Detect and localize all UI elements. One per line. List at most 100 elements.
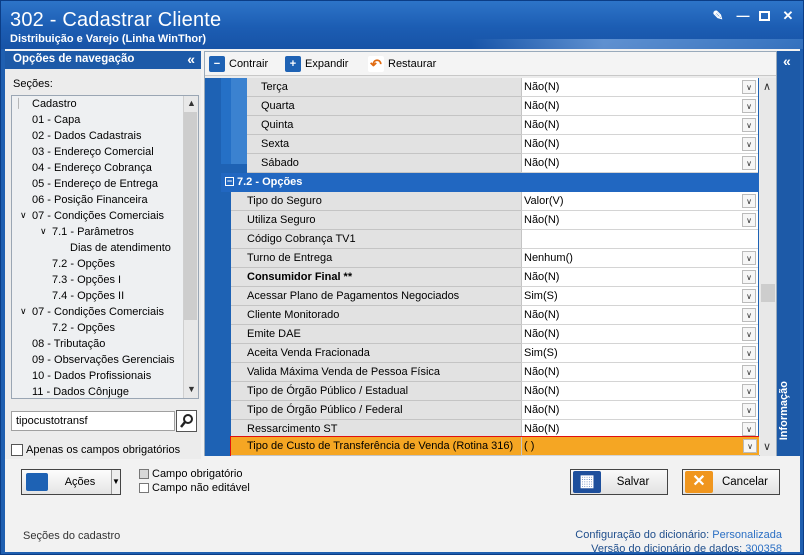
save-button[interactable]: ▦ Salvar xyxy=(570,469,668,495)
tree-item[interactable]: 08 - Tributação xyxy=(32,338,105,350)
row-value[interactable]: Não(N) ∨ xyxy=(521,382,758,401)
tree-item[interactable]: 07 - Condições Comerciais xyxy=(32,306,164,318)
actions-dropdown-icon[interactable]: ▼ xyxy=(111,470,120,494)
cancel-button[interactable]: ✕ Cancelar xyxy=(682,469,780,495)
row-value[interactable]: Não(N) ∨ xyxy=(521,78,758,97)
row-value[interactable]: Nenhum() ∨ xyxy=(521,249,758,268)
tree-item[interactable]: 10 - Dados Profissionais xyxy=(32,370,151,382)
dropdown-arrow-icon[interactable]: ∨ xyxy=(742,289,756,303)
edit-icon[interactable]: ✎ xyxy=(711,9,725,23)
grid-row[interactable]: Tipo do Seguro Valor(V) ∨ xyxy=(205,192,759,211)
row-value[interactable]: ( ) ∨ xyxy=(521,437,759,456)
dropdown-arrow-icon[interactable]: ∨ xyxy=(742,422,756,436)
close-button[interactable]: ✕ xyxy=(781,9,795,23)
row-value[interactable] xyxy=(521,230,758,249)
tree-item[interactable]: 05 - Endereço de Entrega xyxy=(32,178,158,190)
tree-item[interactable]: Cadastro xyxy=(32,98,77,110)
tree-item[interactable]: Dias de atendimento xyxy=(70,242,171,254)
row-value[interactable]: Não(N) ∨ xyxy=(521,363,758,382)
tree-scrollbar[interactable]: ▲ ▼ xyxy=(183,96,198,398)
tree-item[interactable]: 06 - Posição Financeira xyxy=(32,194,148,206)
grid-row[interactable]: Código Cobrança TV1 xyxy=(205,230,759,249)
actions-button[interactable]: Ações ▼ xyxy=(21,469,121,495)
maximize-button[interactable] xyxy=(759,11,770,21)
tree-item[interactable]: 07 - Condições Comerciais xyxy=(32,210,164,222)
tree-item[interactable]: 04 - Endereço Cobrança xyxy=(32,162,152,174)
grid-row[interactable]: Sábado Não(N) ∨ xyxy=(205,154,759,173)
row-value[interactable]: Não(N) ∨ xyxy=(521,325,758,344)
grid-scrollbar[interactable]: ∧ ∨ xyxy=(760,78,776,456)
row-value[interactable]: Não(N) ∨ xyxy=(521,306,758,325)
grid-row[interactable]: Acessar Plano de Pagamentos Negociados Si… xyxy=(205,287,759,306)
dropdown-arrow-icon[interactable]: ∨ xyxy=(742,308,756,322)
scroll-down-icon[interactable]: ▼ xyxy=(187,384,196,394)
row-value[interactable]: Não(N) ∨ xyxy=(521,268,758,287)
grid-row[interactable]: Utiliza Seguro Não(N) ∨ xyxy=(205,211,759,230)
row-value[interactable]: Não(N) ∨ xyxy=(521,97,758,116)
tree-scroll-thumb[interactable] xyxy=(184,112,197,320)
grid-row[interactable]: Turno de Entrega Nenhum() ∨ xyxy=(205,249,759,268)
dropdown-arrow-icon[interactable]: ∨ xyxy=(742,270,756,284)
expand-toggle-icon[interactable]: ∨ xyxy=(40,226,47,237)
grid-row[interactable]: Tipo de Órgão Público / Estadual Não(N) ∨ xyxy=(205,382,759,401)
row-value[interactable]: Valor(V) ∨ xyxy=(521,192,758,211)
tree-item[interactable]: 7.4 - Opções II xyxy=(52,290,124,302)
row-value[interactable]: Sim(S) ∨ xyxy=(521,344,758,363)
row-value[interactable]: Não(N) ∨ xyxy=(521,116,758,135)
dropdown-arrow-icon[interactable]: ∨ xyxy=(742,327,756,341)
tree-item[interactable]: 02 - Dados Cadastrais xyxy=(32,130,141,142)
tree-item[interactable]: 7.2 - Opções xyxy=(52,322,115,334)
grid-row[interactable]: Quarta Não(N) ∨ xyxy=(205,97,759,116)
dropdown-arrow-icon[interactable]: ∨ xyxy=(742,251,756,265)
collapse-right-icon[interactable]: « xyxy=(783,53,791,69)
dropdown-arrow-icon[interactable]: ∨ xyxy=(742,213,756,227)
grid-row[interactable]: Quinta Não(N) ∨ xyxy=(205,116,759,135)
grid-row[interactable]: Cliente Monitorado Não(N) ∨ xyxy=(205,306,759,325)
row-value[interactable]: Não(N) ∨ xyxy=(521,135,758,154)
scroll-up-icon[interactable]: ∧ xyxy=(763,80,771,93)
sections-tree[interactable]: │ Cadastro 01 - Capa 02 - Dados Cadastra… xyxy=(11,95,199,399)
row-value[interactable]: Sim(S) ∨ xyxy=(521,287,758,306)
section-header[interactable]: −7.2 - Opções xyxy=(221,173,759,192)
scroll-up-icon[interactable]: ▲ xyxy=(187,98,196,108)
grid-row[interactable]: Terça Não(N) ∨ xyxy=(205,78,759,97)
tree-item[interactable]: 09 - Observações Gerenciais xyxy=(32,354,174,366)
restore-button[interactable]: ↶ Restaurar xyxy=(368,56,436,73)
tree-item[interactable]: 01 - Capa xyxy=(32,114,80,126)
collapse-left-icon[interactable]: « xyxy=(187,51,195,67)
grid-row[interactable]: Tipo de Órgão Público / Federal Não(N) ∨ xyxy=(205,401,759,420)
search-button[interactable] xyxy=(176,410,197,432)
row-value[interactable]: Não(N) ∨ xyxy=(521,154,758,173)
info-side-tab[interactable]: « Informação xyxy=(777,51,800,456)
dropdown-arrow-icon[interactable]: ∨ xyxy=(742,346,756,360)
grid-row[interactable]: Sexta Não(N) ∨ xyxy=(205,135,759,154)
grid-row[interactable]: Aceita Venda Fracionada Sim(S) ∨ xyxy=(205,344,759,363)
row-value[interactable]: Não(N) ∨ xyxy=(521,211,758,230)
dropdown-arrow-icon[interactable]: ∨ xyxy=(742,118,756,132)
tree-item[interactable]: 7.1 - Parâmetros xyxy=(52,226,134,238)
required-only-option[interactable]: Apenas os campos obrigatórios xyxy=(11,444,180,457)
dropdown-arrow-icon[interactable]: ∨ xyxy=(742,80,756,94)
tree-item[interactable]: 7.3 - Opções I xyxy=(52,274,121,286)
grid-row-selected[interactable]: Tipo de Custo de Transferência de Venda … xyxy=(230,436,759,456)
grid-row[interactable]: Valida Máxima Venda de Pessoa Física Não(… xyxy=(205,363,759,382)
collapse-button[interactable]: − Contrair xyxy=(209,56,268,73)
actions-main[interactable]: Ações xyxy=(22,470,112,494)
grid-row[interactable]: Emite DAE Não(N) ∨ xyxy=(205,325,759,344)
expand-toggle-icon[interactable]: ∨ xyxy=(20,306,27,317)
dropdown-arrow-icon[interactable]: ∨ xyxy=(743,439,757,453)
expand-toggle-icon[interactable]: ∨ xyxy=(20,210,27,221)
grid-row[interactable]: Consumidor Final ** Não(N) ∨ xyxy=(205,268,759,287)
search-input[interactable]: tipocustotransf xyxy=(11,411,175,431)
dropdown-arrow-icon[interactable]: ∨ xyxy=(742,384,756,398)
minimize-button[interactable]: — xyxy=(736,9,750,23)
dropdown-arrow-icon[interactable]: ∨ xyxy=(742,137,756,151)
row-value[interactable]: Não(N) ∨ xyxy=(521,401,758,420)
dropdown-arrow-icon[interactable]: ∨ xyxy=(742,156,756,170)
tree-item[interactable]: 11 - Dados Cônjuge xyxy=(32,386,129,398)
collapse-section-icon[interactable]: − xyxy=(225,177,234,186)
dropdown-arrow-icon[interactable]: ∨ xyxy=(742,194,756,208)
expand-button[interactable]: + Expandir xyxy=(285,56,348,73)
tree-item[interactable]: 7.2 - Opções xyxy=(52,258,115,270)
tree-item[interactable]: 03 - Endereço Comercial xyxy=(32,146,154,158)
